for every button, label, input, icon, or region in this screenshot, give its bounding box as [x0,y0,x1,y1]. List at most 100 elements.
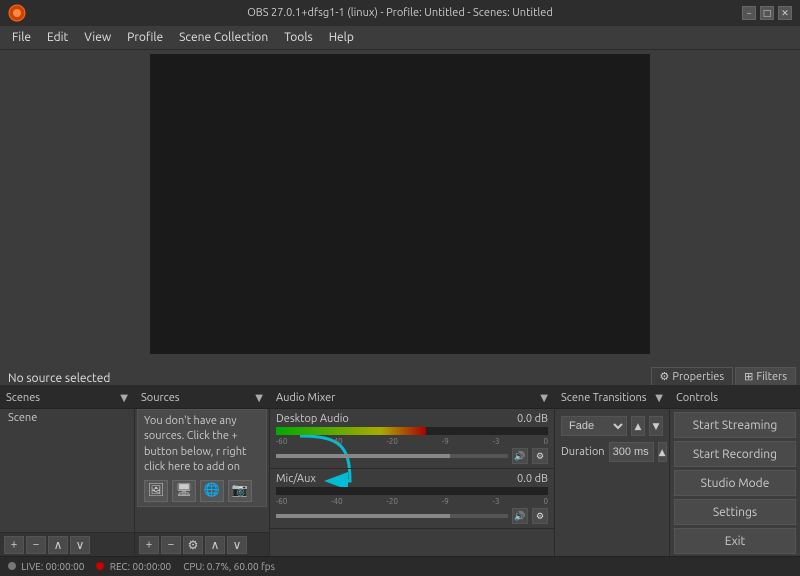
transitions-menu-icon[interactable]: ▼ [655,392,663,404]
preview-canvas [150,54,650,354]
menu-tools[interactable]: Tools [276,29,321,46]
scenes-add-button[interactable]: + [4,536,24,554]
scenes-content: Scene [0,409,134,532]
window-title: OBS 27.0.1+dfsg1-1 (linux) - Profile: Un… [0,7,800,19]
sources-up-button[interactable]: ∧ [205,536,225,554]
source-icon-camera[interactable]: 📷 [228,480,252,502]
transitions-type-down-button[interactable]: ▼ [649,416,663,436]
rec-dot [96,562,104,570]
scene-item[interactable]: Scene [2,409,43,427]
desktop-meter-scale: -60-40-20-9-30 [276,437,548,446]
transitions-content: Fade ▲ ▼ Duration ▲ ▼ [555,409,669,556]
menu-view[interactable]: View [76,29,119,46]
menu-bar: File Edit View Profile Scene Collection … [0,26,800,50]
desktop-volume-slider[interactable] [276,454,508,458]
maximize-button[interactable]: □ [760,6,774,20]
sources-down-button[interactable]: ∨ [227,536,247,554]
properties-tab-label: Properties [672,371,724,383]
settings-button[interactable]: Settings [674,499,796,525]
controls-panel: Controls Start Streaming Start Recording… [670,387,800,556]
main-panel-row: Scenes ▼ Scene + − ∧ ∨ Sources ▼ You don… [0,386,800,556]
cpu-usage: CPU: 0.7%, 60.00 fps [183,561,275,572]
sources-settings-button[interactable]: ⚙ [183,536,203,554]
transitions-type-up-button[interactable]: ▲ [631,416,645,436]
menu-file[interactable]: File [4,29,39,46]
menu-profile[interactable]: Profile [119,29,171,46]
sources-title: Sources [141,392,180,404]
transitions-duration-row: Duration ▲ ▼ [557,439,667,465]
rec-indicator: REC: 00:00:00 [96,561,171,572]
source-icon-monitor[interactable]: 🖥 [172,480,196,502]
duration-label: Duration [561,446,605,458]
audio-channel-mic: Mic/Aux 0.0 dB -60-40-20-9-30 🔊 ⚙ [270,469,554,529]
bottom-status-bar: LIVE: 00:00:00 REC: 00:00:00 CPU: 0.7%, … [0,556,800,576]
sources-content: You don't have any sources. Click the + … [135,409,269,532]
desktop-audio-db: 0.0 dB [517,413,548,425]
sources-header: Sources ▼ [135,387,269,409]
audio-mixer-content: Desktop Audio 0.0 dB -60-40-20-9-30 🔊 ⚙ [270,409,554,556]
mic-meter-scale: -60-40-20-9-30 [276,497,548,506]
transitions-panel: Scene Transitions ▼ Fade ▲ ▼ Duration ▲ … [555,387,670,556]
scenes-up-button[interactable]: ∧ [48,536,68,554]
controls-title: Controls [676,392,718,404]
sources-add-button[interactable]: + [139,536,159,554]
scenes-down-button[interactable]: ∨ [70,536,90,554]
sources-tooltip-text: You don't have any sources. Click the + … [144,415,246,473]
start-streaming-button[interactable]: Start Streaming [674,412,796,438]
menu-help[interactable]: Help [321,29,362,46]
filter-icon: ⊞ [744,370,753,383]
audio-mixer-header: Audio Mixer ▼ [270,387,554,409]
start-recording-button[interactable]: Start Recording [674,441,796,467]
desktop-audio-settings-button[interactable]: ⚙ [532,448,548,464]
minimize-button[interactable]: − [742,6,756,20]
window-controls: − □ ✕ [742,6,792,20]
duration-up-button[interactable]: ▲ [658,442,667,462]
mic-mute-button[interactable]: 🔊 [512,508,528,524]
app-logo [8,4,26,22]
transitions-fade-row: Fade ▲ ▼ [557,413,667,439]
duration-input[interactable] [609,442,654,462]
audio-mixer-panel: Audio Mixer ▼ Desktop Audio 0.0 dB -60-4… [270,387,555,556]
sources-toolbar: + − ⚙ ∧ ∨ [135,532,269,556]
audio-channel-desktop: Desktop Audio 0.0 dB -60-40-20-9-30 🔊 ⚙ [270,409,554,469]
source-icon-image[interactable]: 🖼 [144,480,168,502]
studio-mode-button[interactable]: Studio Mode [674,470,796,496]
live-dot [8,562,16,570]
scenes-remove-button[interactable]: − [26,536,46,554]
mic-meter-bar [276,487,548,495]
audio-mixer-menu-icon[interactable]: ▼ [540,392,548,404]
transitions-header: Scene Transitions ▼ [555,387,669,409]
mic-audio-controls: 🔊 ⚙ [276,508,548,524]
source-icon-web[interactable]: 🌐 [200,480,224,502]
scenes-menu-icon[interactable]: ▼ [120,392,128,404]
exit-button[interactable]: Exit [674,528,796,554]
live-indicator: LIVE: 00:00:00 [8,561,84,572]
rec-time: 00:00:00 [132,561,171,572]
desktop-meter-fill [276,427,426,435]
tab-properties[interactable]: ⚙ Properties [651,367,734,385]
no-source-label: No source selected [0,372,118,385]
desktop-audio-controls: 🔊 ⚙ [276,448,548,464]
tab-filters[interactable]: ⊞ Filters [735,367,796,385]
desktop-meter-bar [276,427,548,435]
close-button[interactable]: ✕ [778,6,792,20]
scenes-header: Scenes ▼ [0,387,134,409]
menu-edit[interactable]: Edit [39,29,76,46]
scenes-toolbar: + − ∧ ∨ [0,532,134,556]
live-label: LIVE: [21,561,43,572]
mic-audio-settings-button[interactable]: ⚙ [532,508,548,524]
sources-panel: Sources ▼ You don't have any sources. Cl… [135,387,270,556]
sources-menu-icon[interactable]: ▼ [255,392,263,404]
transitions-title: Scene Transitions [561,392,647,404]
desktop-audio-label: Desktop Audio [276,413,349,425]
desktop-mute-button[interactable]: 🔊 [512,448,528,464]
menu-scene-collection[interactable]: Scene Collection [171,29,276,46]
transitions-type-select[interactable]: Fade [561,416,627,436]
scenes-title: Scenes [6,392,40,404]
mic-volume-slider[interactable] [276,514,508,518]
controls-header: Controls [670,387,800,409]
mic-audio-db: 0.0 dB [517,473,548,485]
sources-remove-button[interactable]: − [161,536,181,554]
audio-mixer-title: Audio Mixer [276,392,335,404]
rec-label: REC: [110,561,130,572]
